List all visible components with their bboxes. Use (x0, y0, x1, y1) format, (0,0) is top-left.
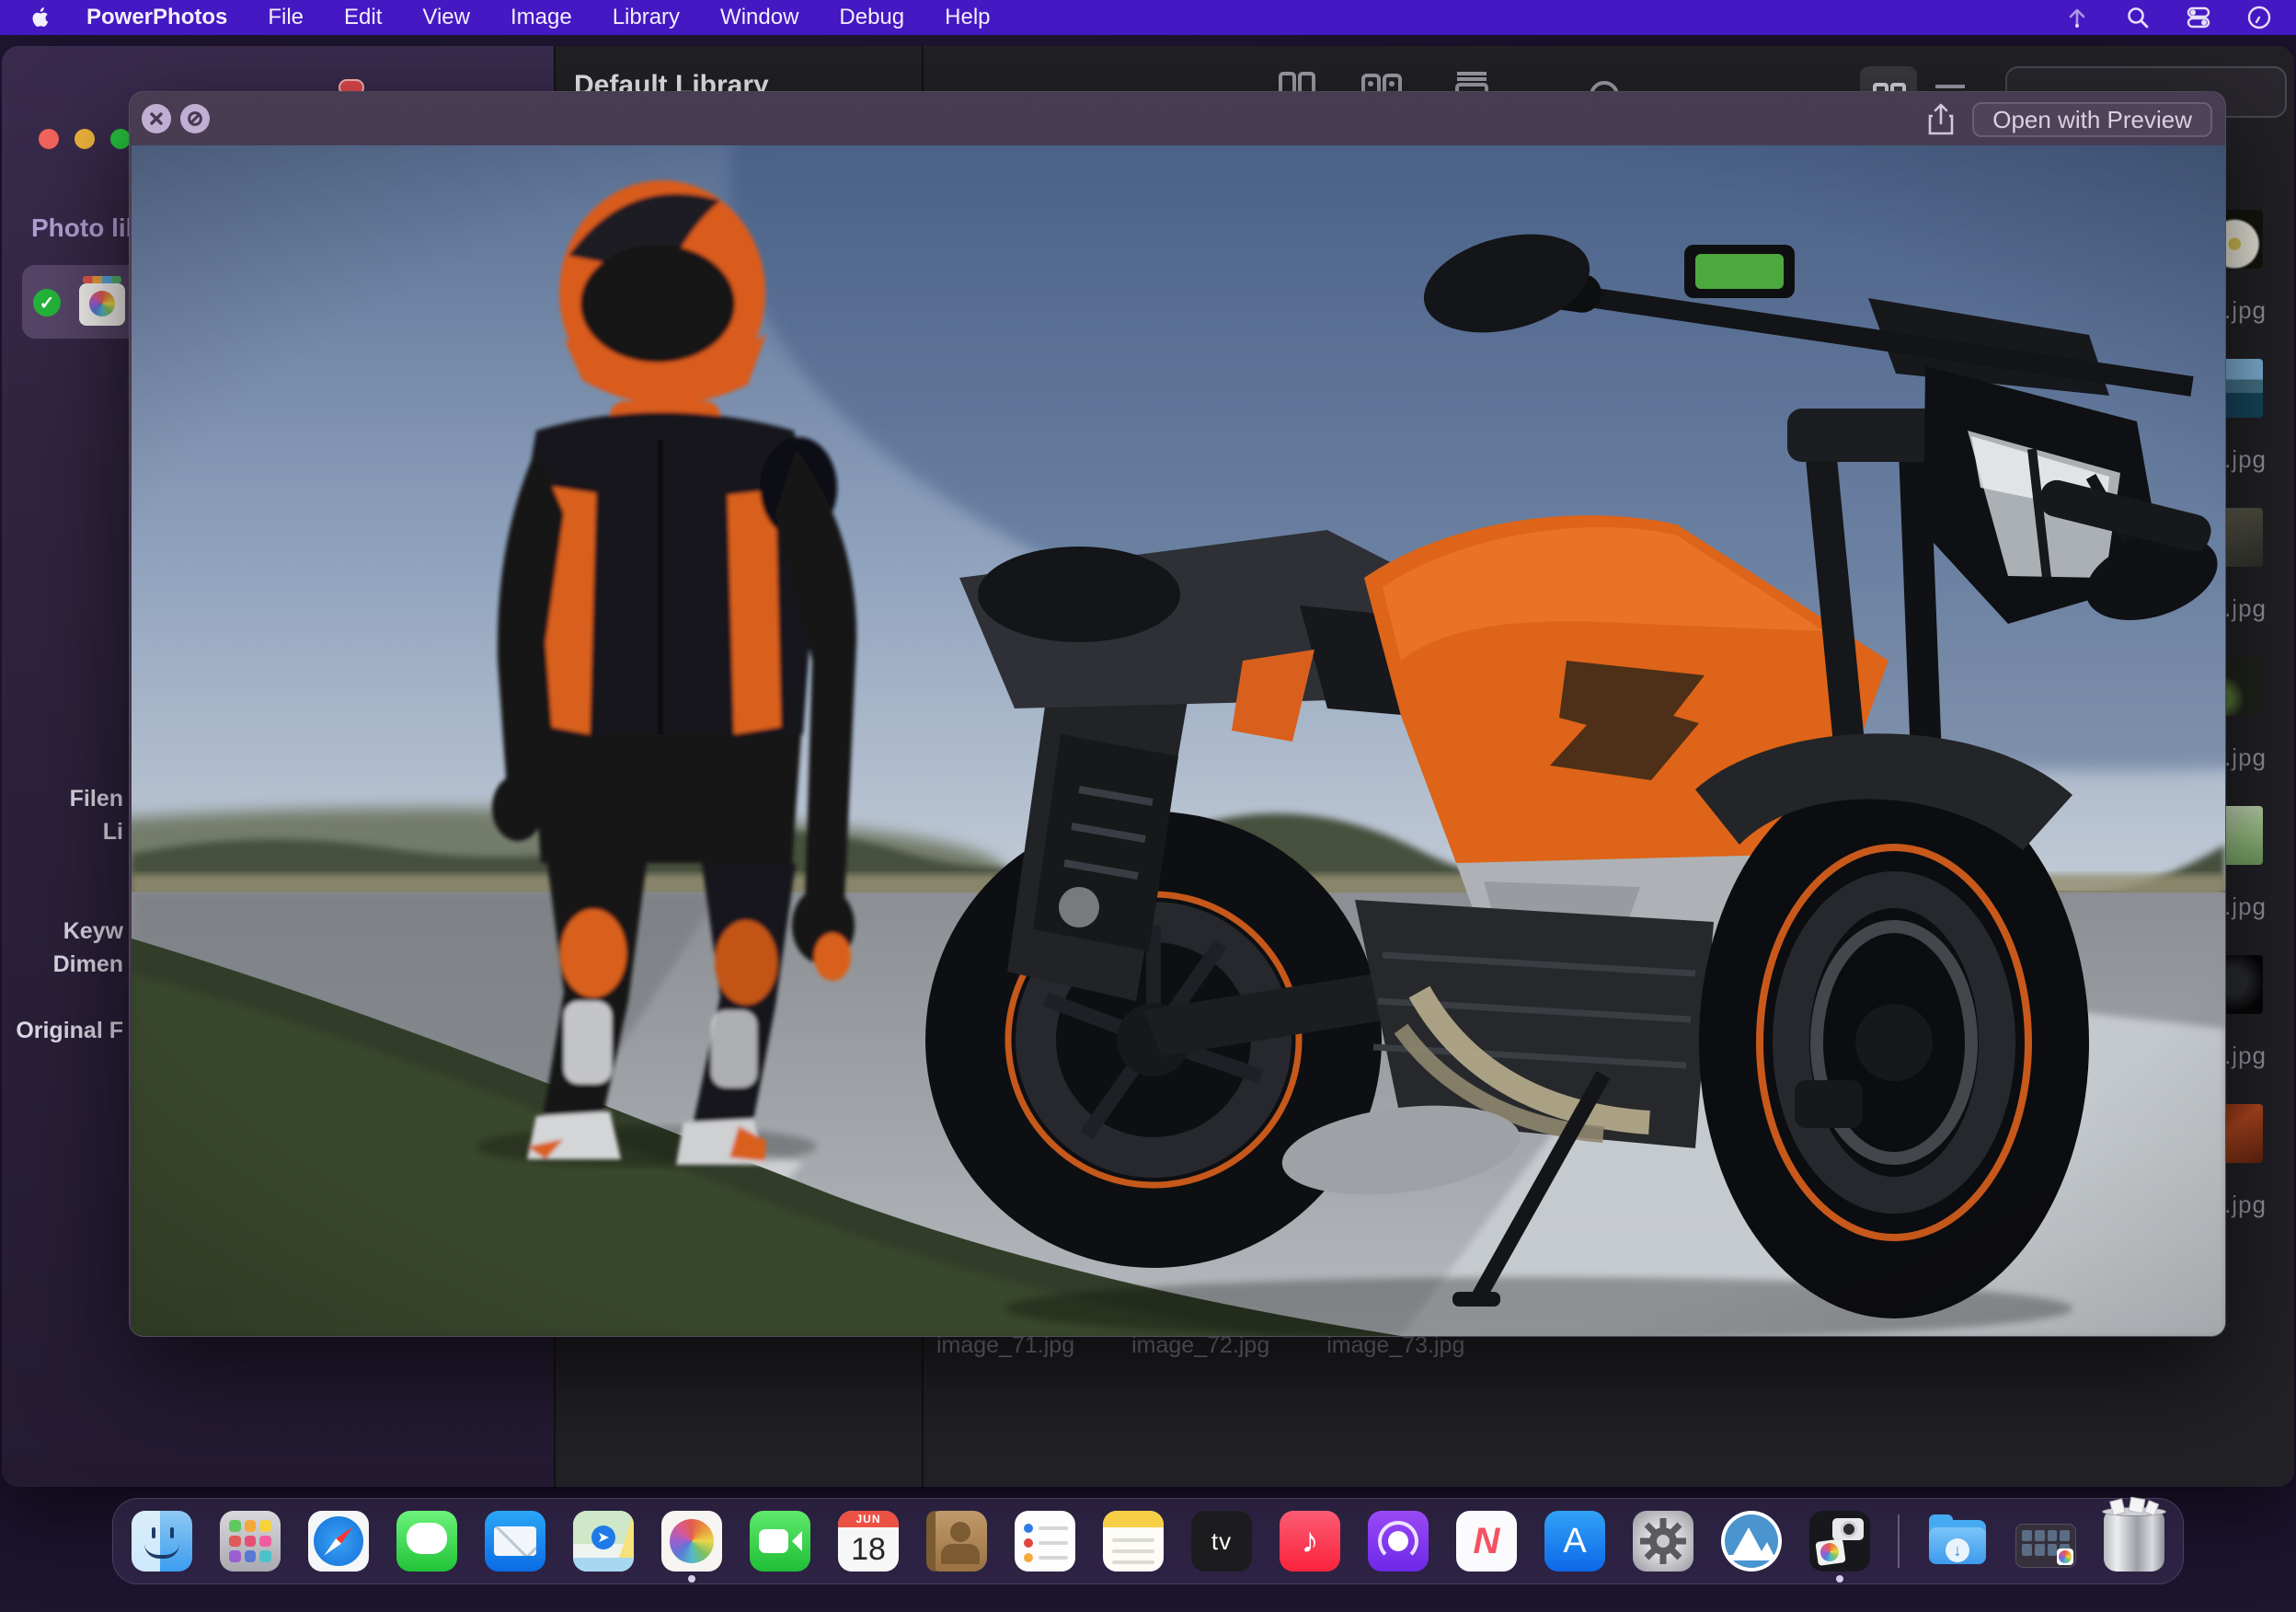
dock-mountain-app-icon[interactable] (1721, 1511, 1782, 1572)
music-note-glyph: ♪ (1280, 1511, 1340, 1572)
motorcycle-photo (132, 145, 2225, 1336)
dock-finder-icon[interactable] (132, 1511, 192, 1572)
menu-bar: PowerPhotos File Edit View Image Library… (0, 0, 2296, 35)
gear-icon (1633, 1511, 1693, 1572)
quicklook-titlebar: Open with Preview (130, 92, 2225, 145)
dock-divider (1898, 1514, 1900, 1568)
zoom-button[interactable] (110, 129, 131, 149)
app-store-glyph: A (1544, 1511, 1605, 1572)
apple-menu-icon[interactable] (29, 6, 53, 29)
dock-app-store-icon[interactable]: A (1544, 1511, 1605, 1572)
dock-launchpad-icon[interactable] (220, 1511, 281, 1572)
dock-calendar-icon[interactable]: JUN 18 (838, 1511, 899, 1572)
menu-library[interactable]: Library (613, 5, 680, 30)
clock-icon[interactable] (2246, 5, 2272, 30)
sidebar-header-photo-libraries: Photo lib (31, 213, 142, 243)
dock-settings-icon[interactable] (1633, 1511, 1693, 1572)
wifi-icon[interactable] (2064, 5, 2090, 30)
download-arrow-icon: ↓ (1946, 1538, 1969, 1562)
menu-file[interactable]: File (268, 5, 304, 30)
running-indicator (1836, 1575, 1843, 1583)
dock-messages-icon[interactable] (396, 1511, 457, 1572)
quicklook-window: Open with Preview (129, 91, 2226, 1337)
info-label-library: Li (103, 819, 123, 846)
menu-app-name[interactable]: PowerPhotos (86, 5, 227, 30)
dock-trash-icon[interactable] (2104, 1511, 2164, 1572)
dock-podcasts-icon[interactable] (1368, 1511, 1429, 1572)
dock-mail-icon[interactable] (485, 1511, 545, 1572)
menu-debug[interactable]: Debug (839, 5, 904, 30)
dock-downloads-icon[interactable]: ↓ (1927, 1511, 1988, 1572)
dock-photos-icon[interactable] (661, 1511, 722, 1572)
info-label-keywords: Keyw (63, 918, 123, 945)
slash-circle-icon[interactable] (180, 104, 210, 133)
info-label-original-file: Original F (16, 1018, 123, 1044)
open-with-preview-button[interactable]: Open with Preview (1972, 102, 2212, 137)
dock-news-icon[interactable]: N (1456, 1511, 1517, 1572)
close-button[interactable] (39, 129, 59, 149)
dock-facetime-icon[interactable] (750, 1511, 810, 1572)
open-with-preview-label: Open with Preview (1992, 106, 2192, 134)
dock-tv-icon[interactable]: tv (1191, 1511, 1252, 1572)
checkmark-icon: ✓ (33, 289, 61, 317)
window-controls (39, 129, 131, 149)
calendar-month: JUN (838, 1511, 899, 1527)
dock: ➤ JUN 18 tv ♪ N A (112, 1498, 2184, 1584)
info-label-dimensions: Dimen (53, 951, 123, 978)
control-center-icon[interactable] (2186, 5, 2211, 30)
menu-edit[interactable]: Edit (344, 5, 382, 30)
share-icon[interactable] (1925, 103, 1957, 136)
news-glyph: N (1456, 1511, 1517, 1572)
menu-image[interactable]: Image (511, 5, 572, 30)
dock-contacts-icon[interactable] (926, 1511, 987, 1572)
menu-window[interactable]: Window (720, 5, 798, 30)
info-label-filename: Filen (70, 786, 123, 812)
calendar-day: 18 (838, 1527, 899, 1572)
dock-music-icon[interactable]: ♪ (1280, 1511, 1340, 1572)
photos-library-icon (79, 276, 125, 328)
dock-maps-icon[interactable]: ➤ (573, 1511, 634, 1572)
thumbnail-strip: 6.jpg 5.jpg 2.jpg 5.jpg 0.jpg 6.jpg 0.jp… (2222, 46, 2294, 1487)
menu-help[interactable]: Help (945, 5, 990, 30)
spotlight-search-icon[interactable] (2125, 5, 2151, 30)
running-indicator (688, 1575, 695, 1583)
dock-notes-icon[interactable] (1103, 1511, 1164, 1572)
dock-minimized-window-icon[interactable] (2015, 1524, 2076, 1568)
dock-powerphotos-icon[interactable] (1809, 1511, 1870, 1572)
tv-glyph: tv (1191, 1511, 1252, 1572)
menu-view[interactable]: View (422, 5, 470, 30)
close-circle-icon[interactable] (142, 104, 171, 133)
desktop: Photo lib ✓ Filen Li Keyw Dimen Original… (0, 0, 2296, 1612)
minimize-button[interactable] (75, 129, 95, 149)
dock-reminders-icon[interactable] (1015, 1511, 1075, 1572)
dock-safari-icon[interactable] (308, 1511, 369, 1572)
